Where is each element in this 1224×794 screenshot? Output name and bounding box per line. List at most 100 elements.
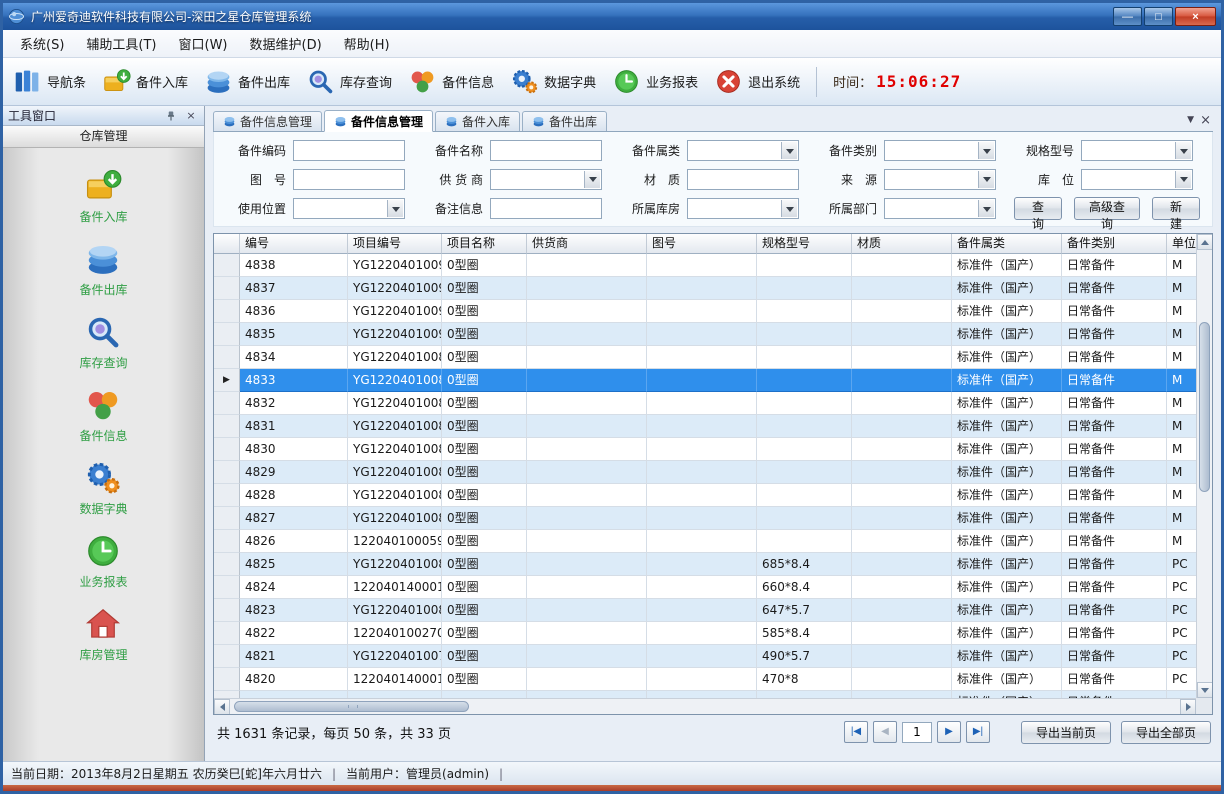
- cell-project-name[interactable]: 0型圈: [442, 323, 527, 346]
- cell-part-category[interactable]: 标准件（国产）: [952, 622, 1062, 645]
- tab-parts-inbound[interactable]: 备件入库: [435, 111, 520, 131]
- cell-project-name[interactable]: 0型圈: [442, 346, 527, 369]
- cell-spec-model[interactable]: 660*8.4: [757, 576, 852, 599]
- row-selector-cell[interactable]: [214, 622, 240, 645]
- row-selector-cell[interactable]: [214, 438, 240, 461]
- toolbar-item-parts-info[interactable]: 备件信息: [408, 67, 494, 96]
- toolbar-item-navigation[interactable]: 导航条: [13, 67, 86, 96]
- cell-part-category[interactable]: 标准件（国产）: [952, 323, 1062, 346]
- cell-unit[interactable]: M: [1167, 392, 1196, 415]
- cell-supplier[interactable]: [527, 323, 647, 346]
- cell-part-category[interactable]: 标准件（国产）: [952, 254, 1062, 277]
- cell-part-type[interactable]: 日常备件: [1062, 461, 1167, 484]
- tab-parts-info-manage-1[interactable]: 备件信息管理: [213, 111, 322, 131]
- cell-project-name[interactable]: 0型圈: [442, 254, 527, 277]
- sidebar-item-business-report[interactable]: 业务报表: [13, 529, 194, 593]
- cell-spec-model[interactable]: [757, 300, 852, 323]
- table-row[interactable]: 4832 YG12204010087 0型圈 标准件（国产） 日常备件 M: [214, 392, 1196, 415]
- row-selector-cell[interactable]: [214, 668, 240, 691]
- cell-supplier[interactable]: [527, 392, 647, 415]
- column-header-project-code[interactable]: 项目编号: [348, 234, 442, 254]
- cell-unit[interactable]: M: [1167, 507, 1196, 530]
- cell-supplier[interactable]: [527, 530, 647, 553]
- row-selector-cell[interactable]: [214, 530, 240, 553]
- cell-number[interactable]: 4832: [240, 392, 348, 415]
- spec-model-select[interactable]: [1081, 140, 1193, 161]
- cell-project-code[interactable]: YG12204010091: [348, 300, 442, 323]
- cell-part-type[interactable]: 日常备件: [1062, 369, 1167, 392]
- cell-part-category[interactable]: 标准件（国产）: [952, 668, 1062, 691]
- cell-project-name[interactable]: 0型圈: [442, 369, 527, 392]
- cell-material[interactable]: [852, 438, 952, 461]
- cell-drawing-no[interactable]: [647, 323, 757, 346]
- sidebar-item-inventory-query[interactable]: 库存查询: [13, 310, 194, 374]
- cell-unit[interactable]: PC: [1167, 599, 1196, 622]
- cell-number[interactable]: 4834: [240, 346, 348, 369]
- drawing-no-input[interactable]: [293, 169, 405, 190]
- cell-drawing-no[interactable]: [647, 369, 757, 392]
- cell-drawing-no[interactable]: [647, 277, 757, 300]
- cell-material[interactable]: [852, 530, 952, 553]
- row-selector-cell[interactable]: [214, 576, 240, 599]
- cell-supplier[interactable]: [527, 691, 647, 698]
- table-row[interactable]: ▶ 4833 YG12204010088 0型圈 标准件（国产） 日常备件 M: [214, 369, 1196, 392]
- cell-unit[interactable]: PC: [1167, 668, 1196, 691]
- cell-project-name[interactable]: 0型圈: [442, 392, 527, 415]
- page-last-button[interactable]: ▶|: [966, 721, 990, 743]
- column-header-unit[interactable]: 单位: [1167, 234, 1196, 254]
- source-select[interactable]: [884, 169, 996, 190]
- cell-spec-model[interactable]: [757, 438, 852, 461]
- cell-unit[interactable]: M: [1167, 300, 1196, 323]
- cell-number[interactable]: 4821: [240, 645, 348, 668]
- cell-project-name[interactable]: 0型圈: [442, 599, 527, 622]
- cell-material[interactable]: [852, 300, 952, 323]
- menu-system[interactable]: 系统(S): [9, 30, 75, 57]
- cell-drawing-no[interactable]: [647, 392, 757, 415]
- cell-project-code[interactable]: YG12204010082: [348, 507, 442, 530]
- cell-supplier[interactable]: [527, 507, 647, 530]
- page-number-input[interactable]: [902, 722, 932, 743]
- sidebar-item-parts-outbound[interactable]: 备件出库: [13, 237, 194, 301]
- column-header-project-name[interactable]: 项目名称: [442, 234, 527, 254]
- cell-project-code[interactable]: 1220401400012: [348, 576, 442, 599]
- scroll-up-icon[interactable]: [1197, 234, 1213, 250]
- toolbar-item-business-report[interactable]: 业务报表: [612, 67, 698, 96]
- table-row[interactable]: 4838 YG12204010093 0型圈 标准件（国产） 日常备件 M: [214, 254, 1196, 277]
- cell-part-type[interactable]: 日常备件: [1062, 507, 1167, 530]
- cell-spec-model[interactable]: [757, 254, 852, 277]
- vertical-scrollbar[interactable]: [1196, 234, 1212, 698]
- cell-supplier[interactable]: [527, 576, 647, 599]
- export-all-pages-button[interactable]: 导出全部页: [1121, 721, 1211, 744]
- table-row[interactable]: 4825 YG12204010081 0型圈 685*8.4 标准件（国产） 日…: [214, 553, 1196, 576]
- cell-number[interactable]: 4833: [240, 369, 348, 392]
- cell-part-type[interactable]: 日常备件: [1062, 415, 1167, 438]
- cell-part-category[interactable]: 标准件（国产）: [952, 392, 1062, 415]
- cell-supplier[interactable]: [527, 484, 647, 507]
- cell-project-code[interactable]: YG12204010080: [348, 599, 442, 622]
- cell-part-type[interactable]: 日常备件: [1062, 300, 1167, 323]
- cell-project-code[interactable]: YG12204010089: [348, 346, 442, 369]
- cell-project-name[interactable]: 0型圈: [442, 438, 527, 461]
- cell-drawing-no[interactable]: [647, 415, 757, 438]
- cell-number[interactable]: 4831: [240, 415, 348, 438]
- cell-part-category[interactable]: 标准件（国产）: [952, 461, 1062, 484]
- table-row[interactable]: 4829 YG12204010084 0型圈 标准件（国产） 日常备件 M: [214, 461, 1196, 484]
- part-code-input[interactable]: [293, 140, 405, 161]
- cell-project-name[interactable]: [442, 691, 527, 698]
- sidebar-item-data-dictionary[interactable]: 数据字典: [13, 456, 194, 520]
- cell-project-code[interactable]: 1220401400013: [348, 668, 442, 691]
- cell-project-code[interactable]: YG12204010079: [348, 645, 442, 668]
- new-button[interactable]: 新建: [1152, 197, 1200, 220]
- cell-part-category[interactable]: 标准件（国产）: [952, 346, 1062, 369]
- cell-spec-model[interactable]: 647*5.7: [757, 599, 852, 622]
- row-selector-cell[interactable]: [214, 691, 240, 698]
- cell-unit[interactable]: M: [1167, 461, 1196, 484]
- cell-spec-model[interactable]: [757, 691, 852, 698]
- row-selector-cell[interactable]: ▶: [214, 369, 240, 392]
- cell-material[interactable]: [852, 323, 952, 346]
- cell-part-type[interactable]: 日常备件: [1062, 346, 1167, 369]
- cell-material[interactable]: [852, 576, 952, 599]
- cell-material[interactable]: [852, 369, 952, 392]
- export-current-page-button[interactable]: 导出当前页: [1021, 721, 1111, 744]
- cell-project-name[interactable]: 0型圈: [442, 576, 527, 599]
